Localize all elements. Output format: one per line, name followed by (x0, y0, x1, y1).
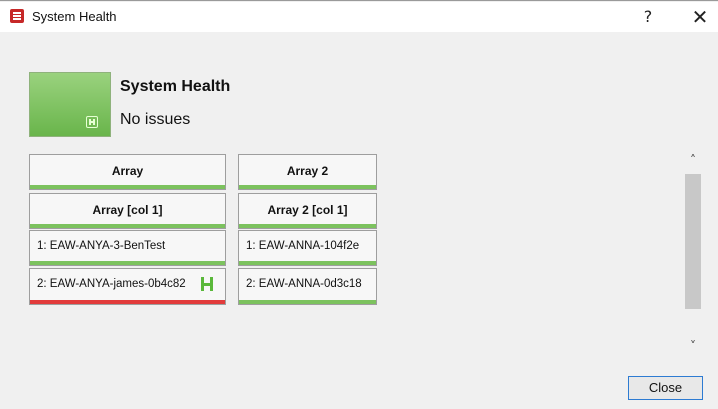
list-item-label: 2: EAW-ANNA-0d3c18 (246, 278, 362, 290)
status-title: System Health (120, 78, 231, 95)
list-item-label: 1: EAW-ANYA-3-BenTest (37, 240, 166, 252)
list-item-label: 2: EAW-ANYA-james-0b4c82 (37, 278, 186, 290)
status-subtitle: No issues (120, 111, 191, 128)
status-bar (239, 261, 376, 265)
status-bar (239, 185, 376, 189)
list-item[interactable]: 1: EAW-ANYA-3-BenTest (29, 230, 226, 266)
list-item[interactable]: 2: EAW-ANNA-0d3c18 (238, 268, 377, 305)
scroll-up-button[interactable]: ˄ (684, 153, 702, 167)
vertical-scrollbar[interactable]: ˄ ˅ (684, 153, 702, 357)
array-column-label: Array [col 1] (92, 203, 163, 217)
scroll-down-button[interactable]: ˅ (684, 339, 702, 353)
scrollbar-thumb[interactable] (685, 174, 701, 309)
list-item[interactable]: 2: EAW-ANYA-james-0b4c82 (29, 268, 226, 305)
array-2-column-header[interactable]: Array 2 [col 1] (238, 193, 377, 229)
list-item[interactable]: 1: EAW-ANNA-104f2e (238, 230, 377, 266)
status-bar (30, 224, 225, 228)
health-icon (86, 116, 98, 128)
healthy-icon (201, 277, 213, 291)
system-health-dialog: System Health ? ✕ System Health No issue… (0, 0, 718, 409)
status-bar (30, 185, 225, 189)
status-bar (30, 300, 225, 304)
array-2-column-label: Array 2 [col 1] (267, 203, 348, 217)
window-title: System Health (32, 9, 117, 24)
close-window-button[interactable]: ✕ (688, 5, 712, 29)
close-button[interactable]: Close (628, 376, 703, 400)
array-2-header-label: Array 2 (286, 164, 329, 178)
help-button[interactable]: ? (638, 6, 658, 28)
array-header-label: Array (111, 164, 144, 178)
array-column-header[interactable]: Array [col 1] (29, 193, 226, 229)
array-header[interactable]: Array (29, 154, 226, 190)
status-bar (239, 300, 376, 304)
status-bar (239, 224, 376, 228)
array-2-header[interactable]: Array 2 (238, 154, 377, 190)
status-bar (30, 261, 225, 265)
title-bar: System Health ? ✕ (0, 2, 718, 32)
app-icon (10, 9, 24, 23)
status-tile (29, 72, 111, 137)
list-item-label: 1: EAW-ANNA-104f2e (246, 240, 360, 252)
